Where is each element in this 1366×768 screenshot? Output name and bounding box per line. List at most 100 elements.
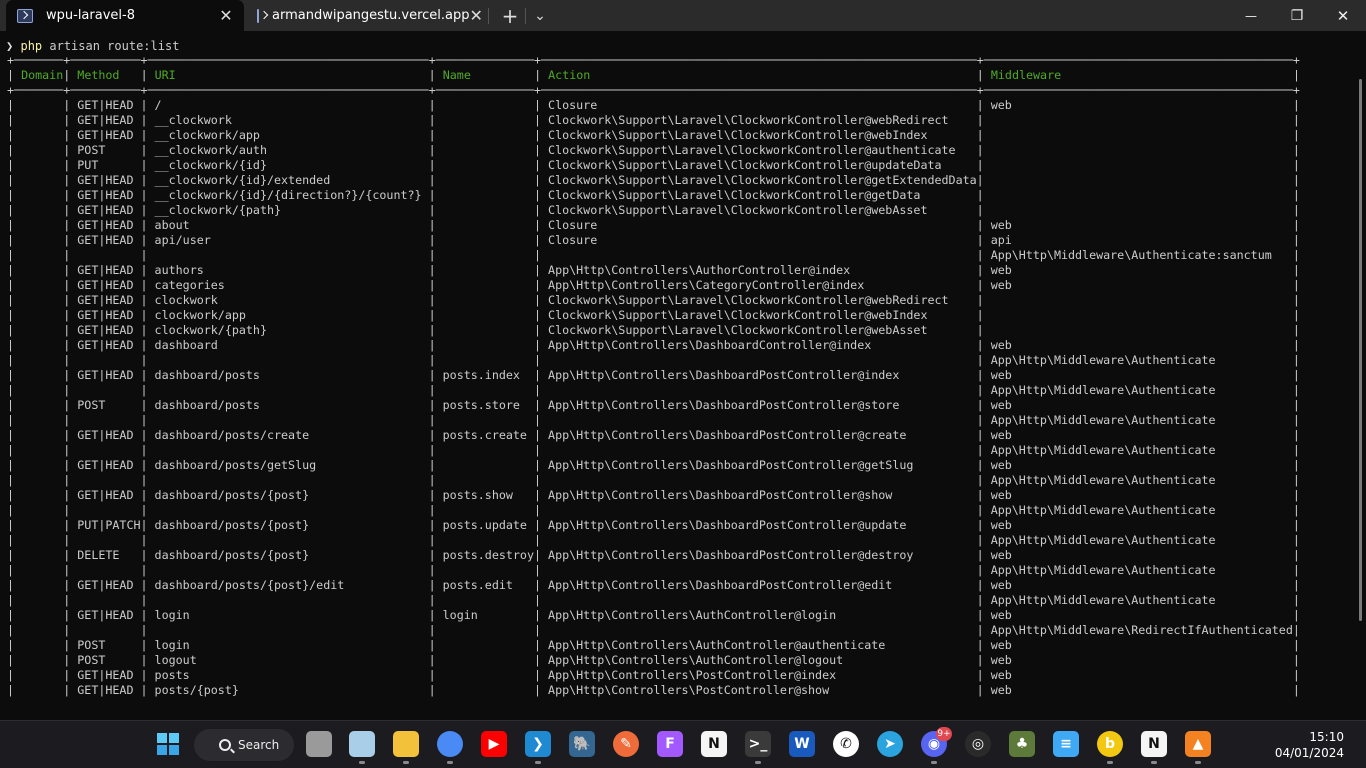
table-row: | | GET|HEAD | about | | Closure | web |: [7, 218, 1300, 232]
folder-icon[interactable]: [393, 731, 419, 757]
search-button[interactable]: Search: [194, 729, 294, 761]
running-indicator: [755, 761, 761, 764]
notion-icon[interactable]: N: [1141, 731, 1167, 757]
table-row: | | GET|HEAD | / | | Closure | web |: [7, 98, 1300, 112]
prompt-chevron-icon: ❯: [6, 39, 14, 53]
powershell-icon: [257, 8, 259, 23]
table-row: | | GET|HEAD | login | login | App\Http\…: [7, 608, 1300, 622]
notion-icon[interactable]: N: [701, 731, 727, 757]
table-row: | | | | | | App\Http\Middleware\Authenti…: [7, 563, 1300, 577]
running-indicator: [1151, 761, 1157, 764]
table-row: | | GET|HEAD | dashboard/posts/getSlug |…: [7, 458, 1300, 472]
command-args: artisan route:list: [42, 39, 180, 53]
youtube-icon[interactable]: ▶: [481, 731, 507, 757]
task-view-icon[interactable]: [306, 731, 332, 757]
table-row: | | | | | | App\Http\Middleware\Authenti…: [7, 593, 1300, 607]
table-row: | | POST | login | | App\Http\Controller…: [7, 638, 1300, 652]
tab-label: wpu-laravel-8: [46, 8, 135, 23]
bandicam-icon[interactable]: b: [1097, 731, 1123, 757]
table-row: | | | | | | App\Http\Middleware\Authenti…: [7, 503, 1300, 517]
vlc-cone-icon[interactable]: ▲: [1185, 731, 1211, 757]
running-indicator: [1195, 761, 1201, 764]
postman-icon[interactable]: ✎: [613, 731, 639, 757]
resource-monitor-icon[interactable]: [349, 731, 375, 757]
table-row: | | POST | dashboard/posts | posts.store…: [7, 398, 1300, 412]
windows-start-icon[interactable]: [155, 731, 181, 757]
clock-time: 15:10: [1309, 730, 1344, 744]
divider: [488, 8, 489, 24]
route-table: +───────+──────────+────────────────────…: [7, 53, 1300, 698]
notification-badge: 9+: [936, 727, 952, 741]
scrollbar[interactable]: [1359, 79, 1362, 621]
table-row: | | GET|HEAD | api/user | | Closure | ap…: [7, 233, 1300, 247]
table-row: | | GET|HEAD | dashboard/posts | posts.i…: [7, 368, 1300, 382]
postgres-elephant-icon[interactable]: 🐘: [569, 731, 595, 757]
close-tab-icon[interactable]: ✕: [214, 6, 238, 25]
notepad-icon[interactable]: ≡: [1053, 731, 1079, 757]
table-row: | | GET|HEAD | __clockwork/app | | Clock…: [7, 128, 1300, 142]
whatsapp-icon[interactable]: ✆: [833, 731, 859, 757]
terminal-icon[interactable]: >_: [745, 731, 771, 757]
column-header-middleware: Middleware: [990, 68, 1062, 82]
table-row: | | | | | | App\Http\Middleware\Authenti…: [7, 413, 1300, 427]
column-header-domain: Domain: [21, 68, 64, 82]
table-row: | | GET|HEAD | clockwork/app | | Clockwo…: [7, 308, 1300, 322]
table-row: | | POST | logout | | App\Http\Controlle…: [7, 653, 1300, 667]
table-row: | | PUT | __clockwork/{id} | | Clockwork…: [7, 158, 1300, 172]
clock-date: 04/01/2024: [1274, 746, 1344, 760]
obs-icon[interactable]: ◎: [965, 731, 991, 757]
taskbar: Search 15:10 04/01/2024 ▶ ❯ 🐘 ✎ F N >_ W ✆ ➤ ◉ 9+ ◎ ♣…: [0, 720, 1366, 768]
table-row: | | GET|HEAD | authors | | App\Http\Cont…: [7, 263, 1300, 277]
telegram-icon[interactable]: ➤: [877, 731, 903, 757]
chrome-icon[interactable]: [437, 731, 463, 757]
tab-armandwipangestu[interactable]: armandwipangestu.vercel.app ✕: [247, 0, 483, 31]
table-row: | | GET|HEAD | __clockwork | | Clockwork…: [7, 113, 1300, 127]
table-row: | | | | | | App\Http\Middleware\Authenti…: [7, 533, 1300, 547]
table-row: | | GET|HEAD | __clockwork/{id}/extended…: [7, 173, 1300, 187]
table-row: | | GET|HEAD | posts/{post} | | App\Http…: [7, 683, 1300, 697]
running-indicator: [447, 761, 453, 764]
table-row: | | GET|HEAD | clockwork | | Clockwork\S…: [7, 293, 1300, 307]
table-row: | | GET|HEAD | clockwork/{path} | | Cloc…: [7, 323, 1300, 337]
tab-wpu-laravel-8[interactable]: wpu-laravel-8 ✕: [6, 0, 244, 31]
tab-label: armandwipangestu.vercel.app: [272, 8, 470, 23]
word-icon[interactable]: W: [789, 731, 815, 757]
running-indicator: [1107, 761, 1113, 764]
column-header-uri: URI: [154, 68, 176, 82]
table-row: | | | | | | App\Http\Middleware\Redirect…: [7, 623, 1300, 637]
column-header-name: Name: [442, 68, 471, 82]
vscode-icon[interactable]: ❯: [525, 731, 551, 757]
figma-icon[interactable]: F: [657, 731, 683, 757]
powershell-icon: [17, 8, 33, 23]
table-row: | | GET|HEAD | dashboard/posts/create | …: [7, 428, 1300, 442]
tree-icon[interactable]: ♣: [1009, 731, 1035, 757]
table-row: | | | | | | App\Http\Middleware\Authenti…: [7, 248, 1300, 262]
running-indicator: [359, 761, 365, 764]
table-row: | | GET|HEAD | posts | | App\Http\Contro…: [7, 668, 1300, 682]
table-row: | | GET|HEAD | dashboard | | App\Http\Co…: [7, 338, 1300, 352]
running-indicator: [535, 761, 541, 764]
table-row: | | POST | __clockwork/auth | | Clockwor…: [7, 143, 1300, 157]
table-row: | | GET|HEAD | __clockwork/{path} | | Cl…: [7, 203, 1300, 217]
table-row: | | GET|HEAD | __clockwork/{id}/{directi…: [7, 188, 1300, 202]
close-window-button[interactable]: ✕: [1320, 0, 1366, 31]
table-border: +───────+──────────+────────────────────…: [7, 83, 1300, 97]
table-row: | | GET|HEAD | dashboard/posts/{post} | …: [7, 488, 1300, 502]
minimize-button[interactable]: —: [1228, 0, 1274, 31]
clock[interactable]: 15:10 04/01/2024: [1275, 729, 1344, 761]
column-header-method: Method: [77, 68, 120, 82]
command-line: ❯ php artisan route:list: [6, 39, 179, 53]
table-header-row: | Domain| Method | URI | Name | Action |…: [7, 68, 1301, 82]
table-row: | | PUT|PATCH| dashboard/posts/{post} | …: [7, 518, 1300, 532]
tab-dropdown-chevron-icon[interactable]: ⌄: [525, 0, 555, 31]
command-keyword: php: [20, 39, 43, 53]
search-icon: [219, 739, 231, 751]
maximize-button[interactable]: ❐: [1274, 0, 1320, 31]
close-tab-icon[interactable]: ✕: [470, 6, 483, 25]
new-tab-button[interactable]: +: [495, 0, 525, 31]
search-label: Search: [238, 738, 280, 752]
table-row: | | GET|HEAD | dashboard/posts/{post}/ed…: [7, 578, 1300, 592]
table-border: +───────+──────────+────────────────────…: [7, 53, 1300, 67]
terminal-pane[interactable]: ❯ php artisan route:list +───────+──────…: [0, 31, 1366, 720]
title-bar: wpu-laravel-8 ✕ armandwipangestu.vercel.…: [0, 0, 1366, 31]
